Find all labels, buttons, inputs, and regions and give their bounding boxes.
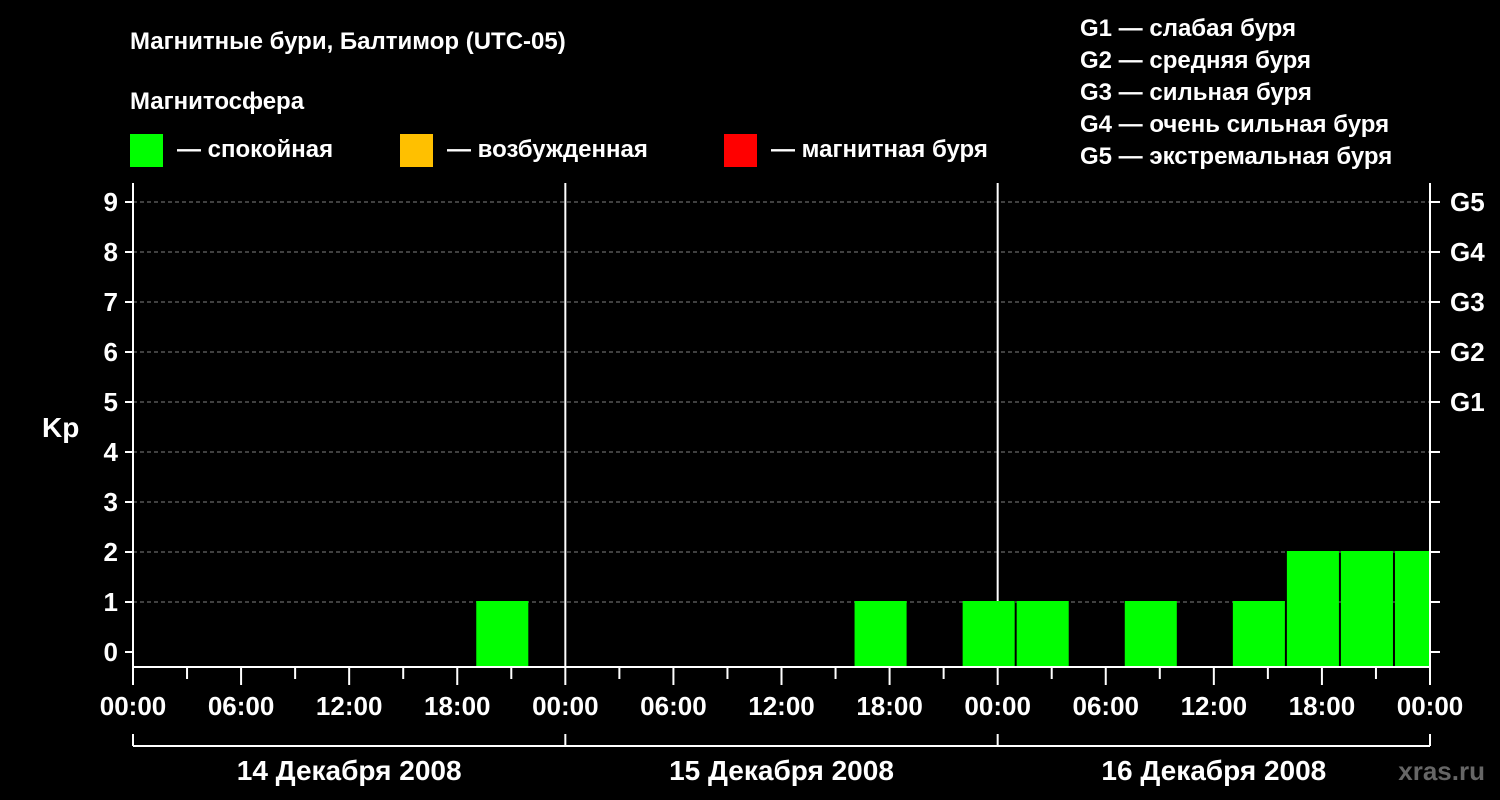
legend-swatch-quiet — [130, 134, 163, 167]
legend-label-excited: — возбужденная — [447, 136, 648, 163]
day-label: 15 Декабря 2008 — [669, 755, 894, 786]
x-tick-label: 00:00 — [532, 691, 599, 721]
y-axis-label: Kp — [42, 412, 79, 443]
kp-bar — [854, 601, 907, 667]
kp-bar — [1286, 551, 1339, 667]
kp-bar — [962, 601, 1015, 667]
x-tick-label: 12:00 — [748, 691, 815, 721]
g-scale-label: G5 — [1450, 187, 1485, 217]
x-tick-label: 00:00 — [1397, 691, 1464, 721]
y-tick-label: 8 — [104, 237, 118, 267]
x-tick-label: 12:00 — [1181, 691, 1248, 721]
y-tick-label: 1 — [104, 587, 118, 617]
legend-label-storm: — магнитная буря — [771, 136, 988, 163]
x-tick-label: 18:00 — [424, 691, 491, 721]
chart-bars — [476, 551, 1429, 667]
chart-axes: 0 1 2 3 4 5 6 7 8 9 G1 G2 G3 G4 G5 00:00 06:00 12:00 18:00… — [100, 183, 1485, 786]
y-tick-label: 3 — [104, 487, 118, 517]
chart-grid — [133, 183, 1430, 667]
storm-scale-g2: G2 — средняя буря — [1080, 47, 1311, 74]
kp-bar — [1340, 551, 1393, 667]
kp-bar — [1016, 601, 1069, 667]
x-tick-label: 00:00 — [100, 691, 167, 721]
x-tick-label: 12:00 — [316, 691, 383, 721]
storm-scale-g1: G1 — слабая буря — [1080, 15, 1296, 42]
x-tick-label: 06:00 — [640, 691, 707, 721]
storm-scale-g5: G5 — экстремальная буря — [1080, 143, 1392, 170]
legend-swatch-storm — [724, 134, 757, 167]
legend-label-quiet: — спокойная — [177, 136, 333, 163]
y-tick-label: 4 — [104, 437, 119, 467]
kp-bar — [1124, 601, 1177, 667]
y-tick-label: 0 — [104, 637, 118, 667]
kp-bar — [476, 601, 529, 667]
x-tick-label: 18:00 — [1289, 691, 1356, 721]
x-tick-label: 06:00 — [1073, 691, 1140, 721]
x-tick-label: 00:00 — [964, 691, 1031, 721]
storm-scale-g3: G3 — сильная буря — [1080, 79, 1312, 106]
g-scale-label: G2 — [1450, 337, 1485, 367]
legend-heading: Магнитосфера — [130, 88, 305, 115]
storm-scale-g4: G4 — очень сильная буря — [1080, 111, 1389, 138]
kp-bar — [1394, 551, 1429, 667]
g-scale-label: G4 — [1450, 237, 1485, 267]
watermark: xras.ru — [1398, 756, 1485, 786]
y-tick-label: 6 — [104, 337, 118, 367]
y-tick-label: 7 — [104, 287, 118, 317]
y-tick-label: 9 — [104, 187, 118, 217]
g-scale-label: G3 — [1450, 287, 1485, 317]
y-tick-label: 2 — [104, 537, 118, 567]
chart-title: Магнитные бури, Балтимор (UTC-05) — [130, 28, 566, 55]
day-label: 14 Декабря 2008 — [237, 755, 462, 786]
g-scale-label: G1 — [1450, 387, 1485, 417]
legend-swatch-excited — [400, 134, 433, 167]
kp-chart: Магнитные бури, Балтимор (UTC-05) Магнит… — [42, 15, 1485, 786]
kp-bar — [1232, 601, 1285, 667]
day-label: 16 Декабря 2008 — [1101, 755, 1326, 786]
x-tick-label: 18:00 — [856, 691, 923, 721]
y-tick-label: 5 — [104, 387, 118, 417]
x-tick-label: 06:00 — [208, 691, 275, 721]
